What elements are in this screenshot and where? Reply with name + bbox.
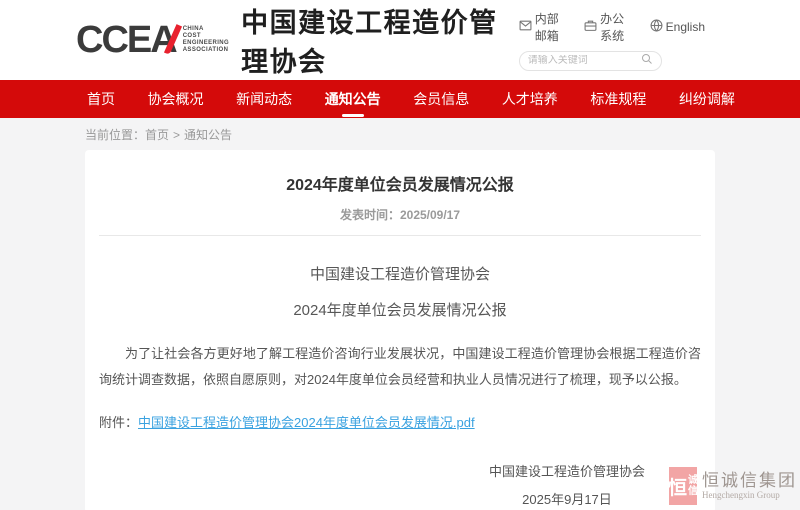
nav-item-news[interactable]: 新闻动态 bbox=[234, 79, 294, 119]
quick-link-label: 办公系统 bbox=[600, 10, 634, 44]
internal-mail-link[interactable]: 内部邮箱 bbox=[519, 10, 569, 44]
signature-block: 中国建设工程造价管理协会 2025年9月17日 bbox=[99, 458, 701, 510]
english-link[interactable]: English bbox=[650, 10, 705, 44]
search-icon[interactable] bbox=[641, 52, 653, 70]
nav-item-members[interactable]: 会员信息 bbox=[411, 79, 471, 119]
seal-char-bottom: 信 bbox=[688, 486, 698, 497]
article-card: 2024年度单位会员发展情况公报 发表时间：2025/09/17 中国建设工程造… bbox=[85, 150, 715, 510]
logo-sub-line: ENGINEERING bbox=[183, 40, 229, 47]
mail-icon bbox=[519, 19, 532, 35]
nav-item-mediation[interactable]: 纠纷调解 bbox=[677, 79, 737, 119]
seal-char-big: 恒 bbox=[668, 473, 687, 500]
hengchengxin-seal-logo: 恒 诚 信 bbox=[669, 467, 697, 505]
search-input[interactable] bbox=[528, 55, 641, 66]
nav-item-notices[interactable]: 通知公告 bbox=[323, 79, 383, 119]
breadcrumb-prefix: 当前位置： bbox=[85, 128, 145, 142]
document-org-line: 中国建设工程造价管理协会 bbox=[99, 263, 701, 284]
breadcrumb-home-link[interactable]: 首页 bbox=[145, 128, 169, 142]
document-title-line: 2024年度单位会员发展情况公报 bbox=[99, 299, 701, 320]
briefcase-icon bbox=[584, 19, 597, 35]
search-box bbox=[519, 51, 662, 71]
article-publish-date: 发表时间：2025/09/17 bbox=[99, 206, 701, 223]
breadcrumb: 当前位置：首页 > 通知公告 bbox=[0, 118, 800, 150]
logo-sub-line: COST bbox=[183, 33, 229, 40]
quick-link-label: 内部邮箱 bbox=[535, 10, 569, 44]
breadcrumb-current-link[interactable]: 通知公告 bbox=[184, 128, 232, 142]
signature-date: 2025年9月17日 bbox=[489, 486, 645, 510]
signature-org: 中国建设工程造价管理协会 bbox=[489, 458, 645, 486]
attachment-row: 附件：中国建设工程造价管理协会2024年度单位会员发展情况.pdf bbox=[99, 412, 701, 431]
globe-icon bbox=[650, 19, 663, 35]
logo-sub-line: ASSOCIATION bbox=[183, 47, 229, 54]
seal-char-top: 诚 bbox=[688, 475, 698, 486]
site-logo[interactable]: CCEA CHINA COST ENGINEERING ASSOCIATION … bbox=[76, 1, 519, 79]
quick-link-label: English bbox=[666, 20, 705, 34]
nav-item-home[interactable]: 首页 bbox=[85, 79, 117, 119]
logo-subtitle: CHINA COST ENGINEERING ASSOCIATION bbox=[183, 26, 229, 54]
logo-acronym: CCEA bbox=[76, 21, 176, 59]
attachment-label: 附件： bbox=[99, 415, 138, 430]
quick-links: 内部邮箱 办公系统 English bbox=[519, 10, 705, 44]
nav-item-training[interactable]: 人才培养 bbox=[500, 79, 560, 119]
site-header: CCEA CHINA COST ENGINEERING ASSOCIATION … bbox=[0, 0, 800, 80]
attachment-pdf-link[interactable]: 中国建设工程造价管理协会2024年度单位会员发展情况.pdf bbox=[138, 415, 475, 430]
breadcrumb-separator: > bbox=[173, 128, 180, 142]
watermark-name-en: Hengchengxin Group bbox=[702, 490, 797, 501]
office-system-link[interactable]: 办公系统 bbox=[584, 10, 634, 44]
hengchengxin-watermark: 恒 诚 信 恒诚信集团 Hengchengxin Group bbox=[669, 467, 797, 505]
nav-item-about[interactable]: 协会概况 bbox=[146, 79, 206, 119]
watermark-name: 恒诚信集团 bbox=[702, 472, 797, 490]
header-right: 内部邮箱 办公系统 English bbox=[519, 10, 705, 71]
document-paragraph: 为了让社会各方更好地了解工程造价咨询行业发展状况，中国建设工程造价管理协会根据工… bbox=[99, 341, 701, 393]
publish-date-value: 2025/09/17 bbox=[400, 208, 460, 222]
logo-sub-line: CHINA bbox=[183, 26, 229, 33]
logo-acronym-text: CCEA bbox=[76, 19, 176, 61]
main-nav-items: 首页 协会概况 新闻动态 通知公告 会员信息 人才培养 标准规程 纠纷调解 bbox=[85, 79, 737, 119]
main-nav: 首页 协会概况 新闻动态 通知公告 会员信息 人才培养 标准规程 纠纷调解 bbox=[0, 80, 800, 118]
org-name: 中国建设工程造价管理协会 bbox=[241, 1, 519, 79]
publish-date-label: 发表时间： bbox=[340, 208, 400, 222]
nav-item-standards[interactable]: 标准规程 bbox=[588, 79, 648, 119]
article-title: 2024年度单位会员发展情况公报 bbox=[99, 150, 701, 195]
title-divider bbox=[99, 235, 701, 236]
